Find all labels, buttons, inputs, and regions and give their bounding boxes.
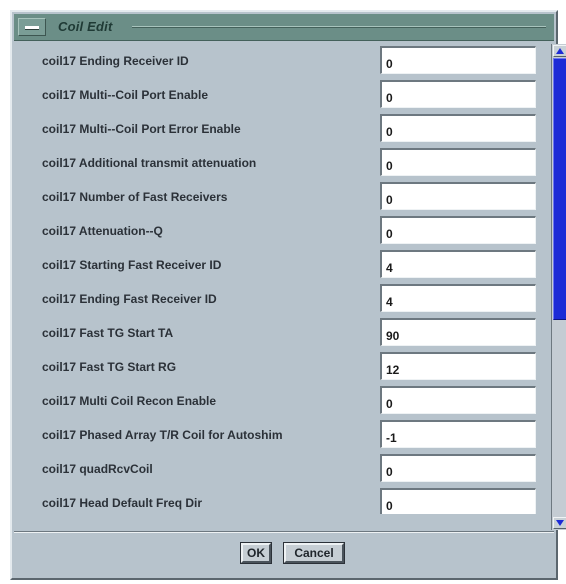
scroll-down-arrow-icon[interactable] <box>553 517 566 529</box>
cancel-button[interactable]: Cancel <box>283 542 345 564</box>
title-bar-rule <box>132 26 546 28</box>
field-label: coil17 Ending Fast Receiver ID <box>42 292 217 306</box>
field-label: coil17 Fast TG Start RG <box>42 360 177 374</box>
field-row: coil17 Head Default Freq Dir <box>22 486 540 514</box>
field-row: coil17 Multi--Coil Port Error Enable <box>22 112 540 146</box>
scroll-thumb[interactable] <box>553 58 566 320</box>
field-row: coil17 Ending Fast Receiver ID <box>22 282 540 316</box>
field-label: coil17 Phased Array T/R Coil for Autoshi… <box>42 428 283 442</box>
field-input[interactable] <box>380 114 536 142</box>
field-row: coil17 Number of Fast Receivers <box>22 180 540 214</box>
field-input[interactable] <box>380 488 536 514</box>
field-input[interactable] <box>380 420 536 448</box>
title-bar[interactable]: Coil Edit <box>14 14 554 41</box>
field-input[interactable] <box>380 284 536 312</box>
window-title: Coil Edit <box>58 19 113 34</box>
field-row: coil17 Additional transmit attenuation <box>22 146 540 180</box>
field-label: coil17 Multi Coil Recon Enable <box>42 394 217 408</box>
field-input[interactable] <box>380 216 536 244</box>
field-input[interactable] <box>380 148 536 176</box>
field-label: coil17 Attenuation--Q <box>42 224 163 238</box>
field-row: coil17 Attenuation--Q <box>22 214 540 248</box>
field-label: coil17 Ending Receiver ID <box>42 54 189 68</box>
field-row: coil17 Starting Fast Receiver ID <box>22 248 540 282</box>
field-row: coil17 quadRcvCoil <box>22 452 540 486</box>
coil-edit-dialog: Coil Edit coil17 Ending Receiver ID coil… <box>10 10 566 580</box>
field-list: coil17 Ending Receiver ID coil17 Multi--… <box>22 44 540 514</box>
field-row: coil17 Phased Array T/R Coil for Autoshi… <box>22 418 540 452</box>
field-input[interactable] <box>380 454 536 482</box>
field-input[interactable] <box>380 386 536 414</box>
field-label: coil17 Additional transmit attenuation <box>42 156 257 170</box>
field-input[interactable] <box>380 352 536 380</box>
field-input[interactable] <box>380 80 536 108</box>
field-row: coil17 Ending Receiver ID <box>22 44 540 78</box>
scroll-up-arrow-icon[interactable] <box>553 45 566 57</box>
field-input[interactable] <box>380 250 536 278</box>
window-menu-icon <box>25 26 39 30</box>
button-separator <box>14 531 554 533</box>
window-menu-button[interactable] <box>18 18 46 36</box>
field-label: coil17 Number of Fast Receivers <box>42 190 228 204</box>
field-label: coil17 Head Default Freq Dir <box>42 496 203 510</box>
field-label: coil17 quadRcvCoil <box>42 462 153 476</box>
field-row: coil17 Multi Coil Recon Enable <box>22 384 540 418</box>
vertical-scrollbar[interactable] <box>551 44 566 530</box>
field-input[interactable] <box>380 46 536 74</box>
ok-button[interactable]: OK <box>240 542 272 564</box>
field-label: coil17 Multi--Coil Port Enable <box>42 88 209 102</box>
field-row: coil17 Fast TG Start TA <box>22 316 540 350</box>
field-input[interactable] <box>380 318 536 346</box>
field-label: coil17 Starting Fast Receiver ID <box>42 258 222 272</box>
field-label: coil17 Fast TG Start TA <box>42 326 174 340</box>
field-label: coil17 Multi--Coil Port Error Enable <box>42 122 241 136</box>
field-row: coil17 Fast TG Start RG <box>22 350 540 384</box>
field-row: coil17 Multi--Coil Port Enable <box>22 78 540 112</box>
field-input[interactable] <box>380 182 536 210</box>
